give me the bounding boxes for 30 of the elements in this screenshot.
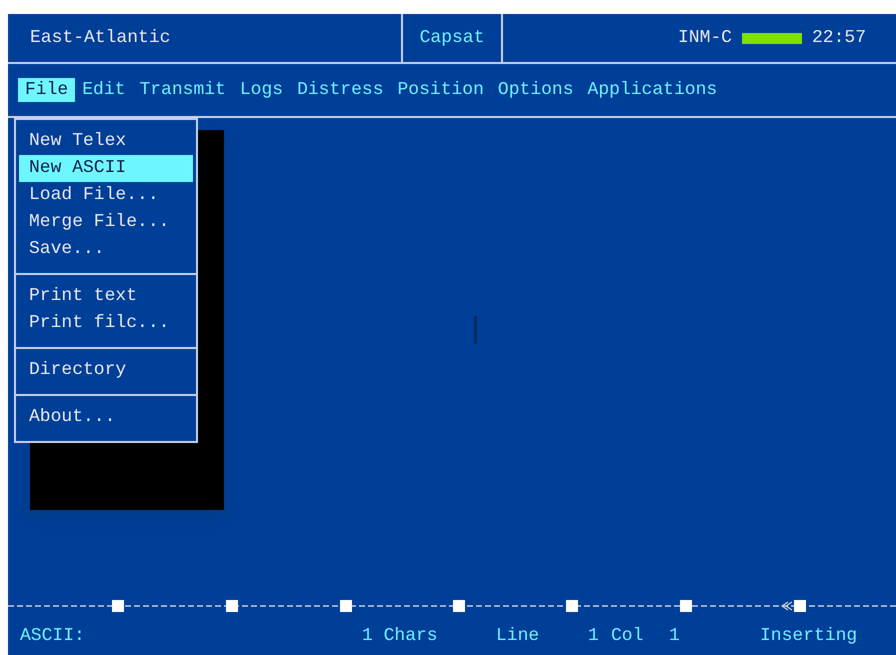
char-count: 1 Chars — [362, 624, 438, 648]
column-label: Col — [611, 624, 644, 648]
menu-item[interactable]: Logs — [232, 78, 290, 102]
menu-item[interactable]: Position — [390, 78, 491, 102]
signal-strength-icon — [742, 32, 802, 44]
menu-option[interactable]: Print filc... — [19, 310, 193, 337]
network-label: INM-C — [678, 26, 732, 50]
line-number: 1 — [588, 624, 599, 648]
menu-option[interactable]: Print text — [19, 283, 193, 310]
menu-option[interactable]: Merge File... — [19, 209, 193, 236]
menu-option[interactable]: Load File... — [19, 182, 193, 209]
column-number: 1 — [669, 624, 680, 648]
window-title: East-Atlantic — [30, 26, 170, 50]
menu-item[interactable]: Edit — [75, 78, 132, 102]
text-cursor — [474, 316, 477, 344]
menu-option[interactable]: New Telex — [19, 128, 193, 155]
edit-mode: Inserting — [760, 624, 858, 648]
menu-option[interactable]: About... — [19, 404, 193, 431]
menu-item[interactable]: Distress — [290, 78, 390, 102]
menu-item[interactable]: Transmit — [132, 78, 233, 102]
menu-item[interactable]: Applications — [580, 78, 724, 102]
menu-option[interactable]: Directory — [19, 357, 193, 384]
mode-label: ASCII: — [20, 624, 85, 648]
clock-time: 22:57 — [812, 26, 866, 50]
menu-item[interactable]: File — [18, 78, 76, 102]
menu-option[interactable]: Save... — [19, 236, 193, 263]
line-label: Line — [496, 624, 540, 648]
menu-option[interactable]: New ASCII — [19, 155, 193, 182]
menu-item[interactable]: Options — [490, 78, 581, 102]
service-label: Capsat — [420, 26, 484, 50]
